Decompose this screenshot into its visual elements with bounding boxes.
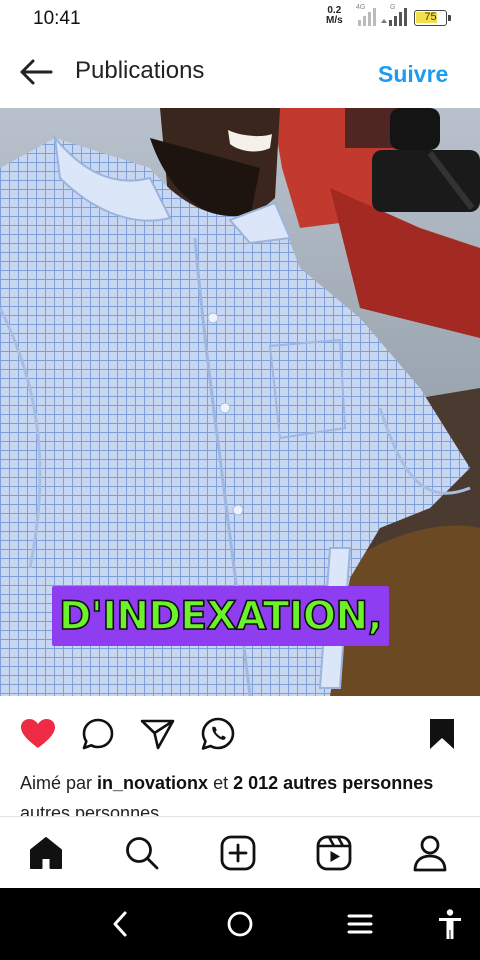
page-title: Publications (75, 57, 205, 84)
likes-summary-container: Aimé par in_novationx et 2 012 autres pe… (0, 768, 480, 816)
post-actions (0, 696, 480, 768)
status-bar: 10:41 0.2 M/s 4G G 75 (0, 0, 480, 40)
person-icon (413, 835, 447, 872)
caption-text: D'INDEXATION, (58, 593, 383, 640)
nav-profile[interactable] (408, 831, 452, 875)
plus-square-icon (220, 835, 256, 871)
search-icon (126, 837, 159, 870)
sim2-type-label: G (390, 4, 396, 11)
reels-icon (316, 835, 352, 871)
whatsapp-icon (201, 717, 235, 750)
bookmark-filled-icon (430, 719, 454, 749)
system-nav-bar (0, 888, 480, 960)
liked-by-user-link[interactable]: in_novationx (97, 773, 208, 793)
accessibility-icon (439, 909, 461, 939)
arrow-left-icon (20, 59, 53, 85)
likes-summary: Aimé par in_novationx et 2 012 autres pe… (20, 768, 460, 816)
likes-suffix: autres personnes (20, 803, 160, 816)
battery-tip (448, 15, 451, 21)
likes-count-link-line2[interactable]: personnes (342, 773, 433, 793)
battery-level: 75 (424, 11, 437, 23)
network-speed: 0.2 M/s (326, 6, 343, 26)
follow-button[interactable]: Suivre (378, 61, 448, 88)
nav-reels[interactable] (312, 831, 356, 875)
share-button[interactable] (138, 714, 178, 754)
system-back-button[interactable] (100, 906, 140, 942)
post-video[interactable]: D'INDEXATION, (0, 108, 480, 696)
heart-filled-icon (21, 719, 55, 748)
system-recents-button[interactable] (340, 906, 380, 942)
accessibility-button[interactable] (430, 906, 470, 942)
chevron-left-icon (113, 911, 127, 937)
likes-count-link[interactable]: 2 012 autres (233, 773, 337, 793)
comment-button[interactable] (78, 714, 118, 754)
battery-icon: 75 (414, 10, 447, 26)
like-button[interactable] (18, 714, 58, 754)
bottom-nav (0, 816, 480, 888)
signal-sim1-icon: 4G (356, 4, 378, 33)
menu-lines-icon (347, 914, 373, 934)
sim1-type-label: 4G (356, 4, 366, 11)
status-time: 10:41 (33, 8, 81, 29)
likes-prefix: Aimé par (20, 773, 93, 793)
nav-home[interactable] (24, 831, 68, 875)
network-speed-unit: M/s (326, 15, 343, 26)
back-button[interactable] (16, 54, 56, 90)
app-header: Publications Suivre (0, 40, 480, 108)
nav-search[interactable] (120, 831, 164, 875)
whatsapp-share-button[interactable] (198, 714, 238, 754)
likes-connector: et (213, 773, 229, 793)
comment-bubble-icon (82, 718, 114, 750)
paper-plane-icon (140, 719, 175, 750)
circle-home-icon (227, 911, 253, 937)
home-icon (30, 837, 62, 869)
system-home-button[interactable] (220, 906, 260, 942)
signal-sim2-icon: G (380, 4, 408, 33)
caption-overlay: D'INDEXATION, (52, 586, 389, 646)
nav-create[interactable] (216, 831, 260, 875)
save-button[interactable] (422, 714, 462, 754)
